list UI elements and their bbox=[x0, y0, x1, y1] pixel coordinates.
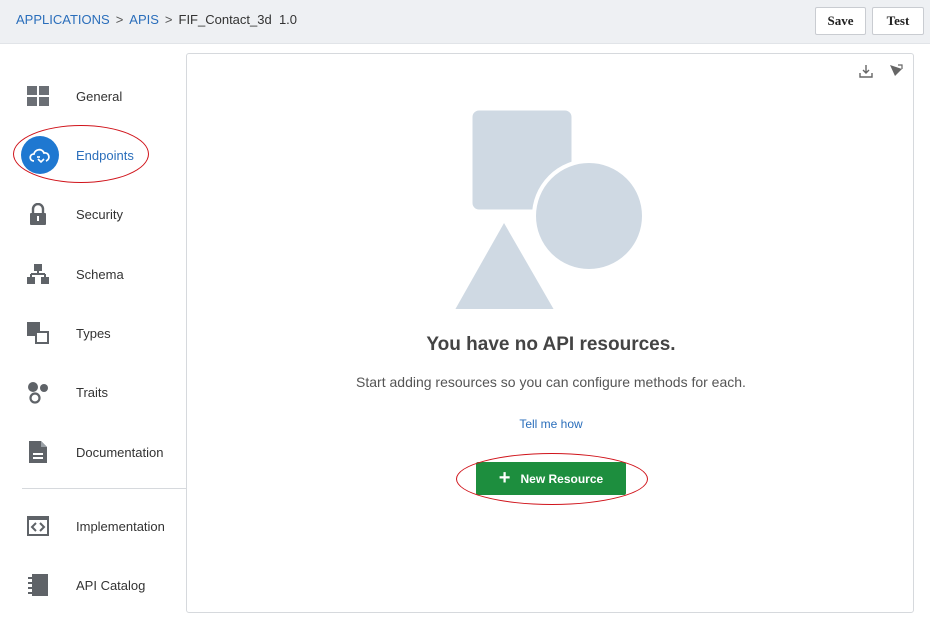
catalog-icon bbox=[26, 573, 50, 597]
tell-me-how-link[interactable]: Tell me how bbox=[187, 417, 915, 431]
download-icon[interactable] bbox=[857, 62, 875, 80]
sidebar-item-schema[interactable]: Schema bbox=[26, 254, 176, 294]
breadcrumb-current: FIF_Contact_3d 1.0 bbox=[178, 12, 298, 27]
empty-state-illustration bbox=[449, 109, 646, 313]
sidebar: General Endpoints Security Schema Types … bbox=[0, 44, 186, 626]
breadcrumb-applications[interactable]: APPLICATIONS bbox=[16, 12, 110, 27]
sidebar-item-traits[interactable]: Traits bbox=[26, 372, 176, 412]
sidebar-item-implementation[interactable]: Implementation bbox=[26, 506, 176, 546]
plus-icon: + bbox=[498, 466, 511, 489]
grid-icon bbox=[26, 84, 50, 108]
sidebar-item-documentation[interactable]: Documentation bbox=[26, 432, 176, 472]
breadcrumb-apis[interactable]: APIS bbox=[129, 12, 159, 27]
sidebar-item-label: Types bbox=[76, 325, 111, 341]
empty-state-title: You have no API resources. bbox=[426, 334, 676, 355]
sidebar-item-label: Endpoints bbox=[76, 147, 134, 163]
sidebar-item-label: Implementation bbox=[76, 518, 165, 534]
sidebar-item-label: Security bbox=[76, 206, 123, 222]
document-icon bbox=[26, 440, 50, 464]
lock-icon bbox=[26, 202, 50, 226]
sidebar-item-label: Documentation bbox=[76, 444, 164, 460]
sidebar-divider bbox=[22, 488, 186, 489]
sidebar-item-label: API Catalog bbox=[76, 577, 146, 593]
sidebar-item-api-catalog[interactable]: API Catalog bbox=[26, 565, 176, 605]
sidebar-item-security[interactable]: Security bbox=[26, 194, 176, 234]
sidebar-item-label: General bbox=[76, 88, 123, 104]
cloud-endpoint-icon bbox=[21, 136, 59, 174]
sidebar-item-endpoints[interactable]: Endpoints bbox=[21, 135, 176, 175]
new-resource-button[interactable]: + New Resource bbox=[476, 462, 626, 495]
sidebar-item-types[interactable]: Types bbox=[26, 313, 176, 353]
breadcrumb: APPLICATIONS > APIS > FIF_Contact_3d 1.0 bbox=[16, 12, 297, 27]
save-button[interactable]: Save bbox=[815, 7, 866, 35]
breadcrumb-separator: > bbox=[164, 12, 173, 27]
sidebar-item-label: Schema bbox=[76, 266, 124, 282]
code-icon bbox=[26, 514, 50, 538]
empty-state-description: Start adding resources so you can config… bbox=[356, 374, 746, 390]
traits-icon bbox=[26, 380, 50, 404]
test-button[interactable]: Test bbox=[872, 7, 924, 35]
sidebar-item-label: Traits bbox=[76, 384, 109, 400]
hierarchy-icon bbox=[26, 262, 50, 286]
types-icon bbox=[26, 321, 50, 345]
breadcrumb-separator: > bbox=[115, 12, 124, 27]
main-panel: You have no API resources. Start adding … bbox=[186, 53, 914, 613]
sidebar-item-general[interactable]: General bbox=[26, 76, 176, 116]
top-bar: APPLICATIONS > APIS > FIF_Contact_3d 1.0… bbox=[0, 0, 930, 44]
edit-icon[interactable] bbox=[887, 62, 905, 80]
new-resource-label: New Resource bbox=[520, 471, 604, 486]
